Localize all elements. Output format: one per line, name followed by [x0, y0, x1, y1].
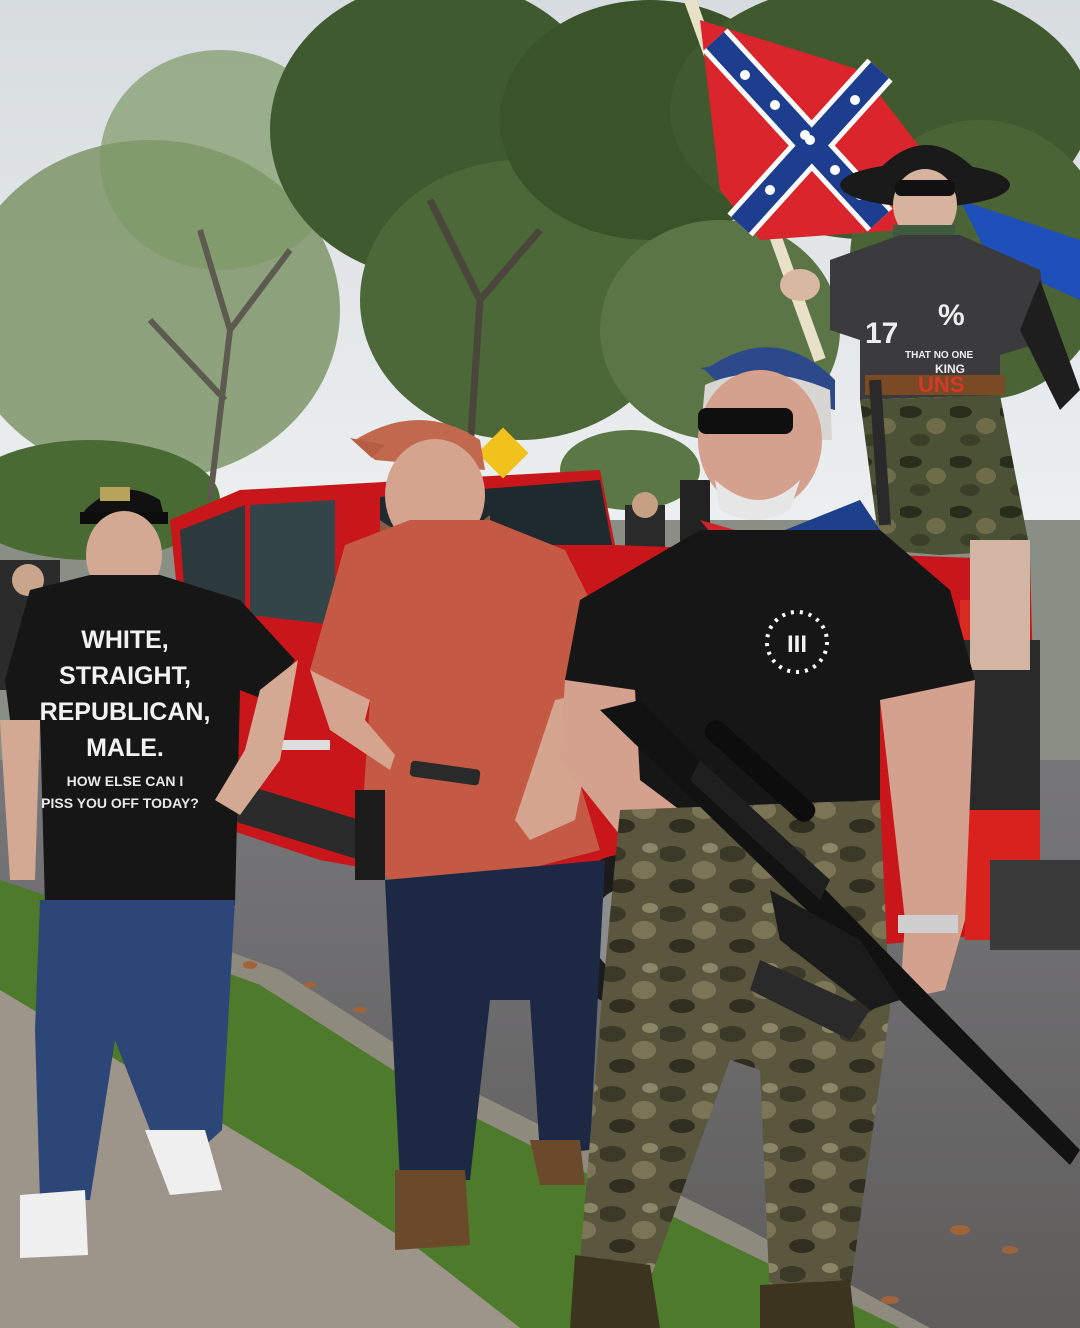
shirt-top-line-a: THAT NO ONE — [905, 350, 973, 361]
shirt-top-number: 17 — [865, 317, 898, 350]
shirt-left-line1: WHITE, — [81, 626, 169, 654]
shirt-left-line2: STRAIGHT, — [59, 662, 191, 690]
shirt-right-emblem: III — [787, 631, 807, 658]
photo-illustration: 17 % THAT NO ONE KING UNS WHITE, STRAIGH… — [0, 0, 1080, 1328]
photo-scene: 17 % THAT NO ONE KING UNS WHITE, STRAIGH… — [0, 0, 1080, 1328]
shirt-top-red-word: UNS — [918, 372, 964, 397]
shirt-top-percent: % — [938, 299, 965, 332]
shirt-left-line3: REPUBLICAN, — [40, 698, 211, 726]
shirt-left-line4: MALE. — [86, 734, 164, 762]
shirt-left-line6: PISS YOU OFF TODAY? — [41, 795, 199, 811]
shirt-left-line5: HOW ELSE CAN I — [67, 773, 184, 789]
